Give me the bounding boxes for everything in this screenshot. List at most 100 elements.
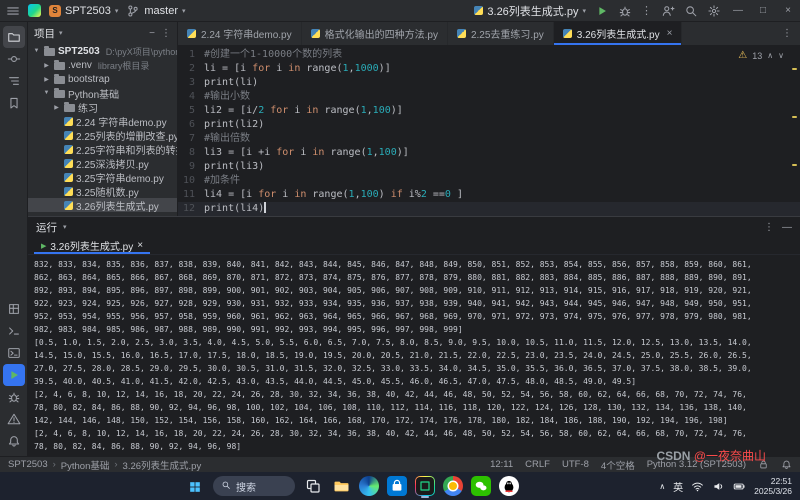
run-tab[interactable]: ▶ 3.26列表生成式.py ×: [34, 237, 150, 254]
prev-problem-icon[interactable]: ∧: [767, 49, 773, 63]
problems-icon[interactable]: [3, 408, 25, 430]
search-everywhere-icon[interactable]: [684, 4, 698, 18]
code-editor[interactable]: ⚠ 13 ∧ ∨ 1#创建一个1-10000个数的列表2li = [i for …: [178, 46, 800, 216]
status-item[interactable]: UTF-8: [562, 459, 589, 470]
hide-panel-icon[interactable]: —: [782, 222, 792, 233]
breadcrumb[interactable]: SPT2503›Python基础›3.26列表生成式.py: [8, 458, 201, 472]
status-item[interactable]: 4个空格: [601, 458, 635, 472]
maximize-button[interactable]: □: [755, 5, 771, 16]
clock[interactable]: 22:51 2025/3/26: [754, 476, 792, 496]
bookmarks-icon[interactable]: [3, 92, 25, 114]
run-tab-label: 3.26列表生成式.py: [50, 238, 133, 253]
editor-tab[interactable]: 2.25去重练习.py: [448, 22, 554, 45]
tree-row[interactable]: 2.25列表的增删改查.py: [28, 128, 177, 142]
commit-icon[interactable]: [3, 48, 25, 70]
close-tab-icon[interactable]: ×: [667, 28, 673, 39]
terminal-icon[interactable]: [3, 342, 25, 364]
taskbar-app-edge[interactable]: [359, 476, 379, 496]
input-language-indicator[interactable]: 英: [673, 479, 683, 494]
tree-row[interactable]: 3.25字符串demo.py: [28, 170, 177, 184]
next-problem-icon[interactable]: ∨: [778, 49, 784, 63]
status-item[interactable]: CRLF: [525, 459, 550, 470]
console-line: 27.0, 27.5, 28.0, 28.5, 29.0, 29.5, 30.0…: [34, 362, 800, 375]
code-token: range: [312, 188, 342, 202]
tree-item-label: .venv: [68, 60, 92, 71]
wifi-icon[interactable]: [691, 480, 704, 493]
python-packages-icon[interactable]: [3, 298, 25, 320]
line-number: 7: [178, 132, 204, 146]
tree-row[interactable]: ▶.venvlibrary根目录: [28, 58, 177, 72]
python-console-icon[interactable]: [3, 320, 25, 342]
code-token: li = [i: [204, 62, 252, 76]
battery-icon[interactable]: [733, 480, 746, 493]
inspections-widget[interactable]: ⚠ 13 ∧ ∨: [738, 49, 784, 63]
code-token: range: [306, 62, 336, 76]
start-button[interactable]: [185, 476, 205, 496]
collapse-all-icon[interactable]: −: [149, 28, 155, 39]
editor-tab[interactable]: 格式化输出的四种方法.py: [302, 22, 448, 45]
line-number: 4: [178, 90, 204, 104]
project-widget[interactable]: S SPT2503 ▾: [49, 5, 118, 17]
volume-icon[interactable]: [712, 480, 725, 493]
tree-row[interactable]: 3.25随机数.py: [28, 184, 177, 198]
tab-label: 格式化输出的四种方法.py: [325, 26, 438, 41]
minimize-button[interactable]: —: [730, 5, 746, 16]
tree-row[interactable]: 2.25深浅拷贝.py: [28, 156, 177, 170]
taskbar-app-wechat[interactable]: [471, 476, 491, 496]
structure-icon[interactable]: [3, 70, 25, 92]
taskbar-search[interactable]: 搜索: [213, 476, 295, 496]
tree-row[interactable]: ▶练习: [28, 100, 177, 114]
taskbar-app-store[interactable]: [387, 476, 407, 496]
taskbar-app-chrome[interactable]: [443, 476, 463, 496]
run-button[interactable]: [595, 4, 609, 18]
panel-options-icon[interactable]: ⋮: [161, 28, 171, 39]
notifications-icon[interactable]: [781, 459, 792, 470]
breadcrumb-item[interactable]: Python基础: [61, 458, 110, 472]
tree-row[interactable]: ▶bootstrap: [28, 72, 177, 86]
chevron-collapsed-icon[interactable]: ▶: [52, 104, 61, 111]
breadcrumb-item[interactable]: SPT2503: [8, 459, 48, 470]
taskbar-app-file-explorer[interactable]: [331, 476, 351, 496]
run-config-widget[interactable]: 3.26列表生成式.py ▾: [474, 3, 586, 19]
taskbar-app-qq[interactable]: [499, 476, 519, 496]
close-tab-icon[interactable]: ×: [137, 240, 143, 251]
tree-row[interactable]: ▼Python基础: [28, 86, 177, 100]
editor-scrollbar[interactable]: [790, 46, 800, 216]
run-console[interactable]: 832, 833, 834, 835, 836, 837, 838, 839, …: [28, 255, 800, 456]
breadcrumb-item[interactable]: 3.26列表生成式.py: [123, 458, 202, 472]
run-options-icon[interactable]: ⋮: [764, 222, 774, 233]
run-icon[interactable]: [3, 364, 25, 386]
tree-row[interactable]: 2.25字符串和列表的转换.py: [28, 142, 177, 156]
activity-bar: [0, 22, 28, 456]
tree-row[interactable]: 2.24 字符串demo.py: [28, 114, 177, 128]
chevron-expanded-icon[interactable]: ▼: [32, 48, 41, 54]
tree-row[interactable]: 3.26列表生成式.py: [28, 198, 177, 212]
tray-expand-icon[interactable]: ∧: [659, 482, 665, 491]
editor-tab[interactable]: 2.24 字符串demo.py: [178, 22, 302, 45]
tab-options-icon[interactable]: ⋮: [782, 28, 792, 39]
taskbar-app-pycharm[interactable]: [415, 476, 435, 496]
project-tree[interactable]: ▼SPT2503D:\pyX项目\python\myflaskp▶.venvli…: [28, 44, 177, 216]
code-token: for: [270, 104, 288, 118]
taskbar-app-task-view[interactable]: [303, 476, 323, 496]
debug-icon[interactable]: [3, 386, 25, 408]
more-actions-icon[interactable]: ⋮: [641, 4, 652, 17]
settings-icon[interactable]: [707, 4, 721, 18]
branch-widget[interactable]: master ▾: [126, 4, 185, 18]
folder-icon: [54, 76, 65, 84]
project-icon[interactable]: [3, 26, 25, 48]
tree-row[interactable]: ▼SPT2503D:\pyX项目\python\myflaskp: [28, 44, 177, 58]
code-token: (li3): [234, 160, 264, 174]
close-button[interactable]: ×: [780, 5, 796, 16]
main-menu-icon[interactable]: [6, 4, 20, 18]
chevron-collapsed-icon[interactable]: ▶: [42, 76, 51, 83]
editor-tab[interactable]: 3.26列表生成式.py×: [554, 22, 683, 45]
status-item[interactable]: 12:11: [490, 459, 513, 470]
chevron-expanded-icon[interactable]: ▼: [42, 90, 51, 96]
code-with-me-icon[interactable]: [661, 4, 675, 18]
notifications-icon[interactable]: [3, 430, 25, 452]
chevron-collapsed-icon[interactable]: ▶: [42, 62, 51, 69]
run-tab-row: ▶ 3.26列表生成式.py ×: [28, 237, 800, 255]
debug-button[interactable]: [618, 4, 632, 18]
code-token: )]: [391, 104, 403, 118]
